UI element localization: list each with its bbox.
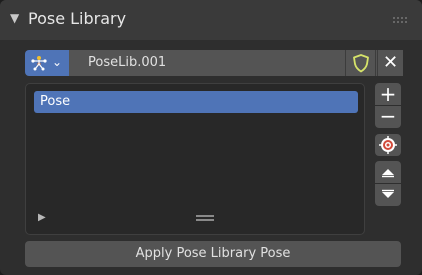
panel-title: Pose Library [28,9,127,28]
pose-library-panel: ▼ Pose Library ⌄ PoseLib.001 ✕ Pose ▶ + … [0,0,422,275]
close-icon: ✕ [382,52,399,73]
plus-icon: + [379,82,397,106]
browse-pose-library-button[interactable]: ⌄ [25,50,69,76]
move-pose-down-button[interactable] [375,184,401,206]
shield-icon [353,54,369,73]
triangle-down-icon [382,189,394,198]
triangle-right-icon[interactable]: ▶ [38,212,46,223]
triangle-up-icon [382,169,394,178]
add-pose-button[interactable]: + [375,83,401,105]
pose-item-label: Pose [40,94,71,109]
target-icon [379,136,397,154]
drag-grip-icon[interactable] [392,16,408,24]
pose-library-name-field[interactable]: PoseLib.001 [69,50,345,76]
list-item[interactable]: Pose [34,91,358,113]
apply-pose-shortcut-button[interactable] [375,134,401,156]
collapse-triangle-icon[interactable]: ▼ [10,11,19,25]
move-pose-up-button[interactable] [375,161,401,183]
apply-pose-library-pose-button[interactable]: Apply Pose Library Pose [25,241,401,267]
pose-list[interactable]: Pose ▶ [25,83,365,235]
fake-user-button[interactable] [345,50,375,76]
panel-header[interactable]: ▼ Pose Library [0,0,422,40]
minus-icon: − [379,104,397,128]
chevron-down-icon: ⌄ [52,55,63,69]
datablock-selector: ⌄ PoseLib.001 + [25,50,403,76]
pose-library-icon [31,56,47,71]
unlink-pose-library-button[interactable]: ✕ [377,50,403,76]
remove-pose-button[interactable]: − [375,106,401,128]
resize-handle-icon[interactable] [196,215,214,221]
